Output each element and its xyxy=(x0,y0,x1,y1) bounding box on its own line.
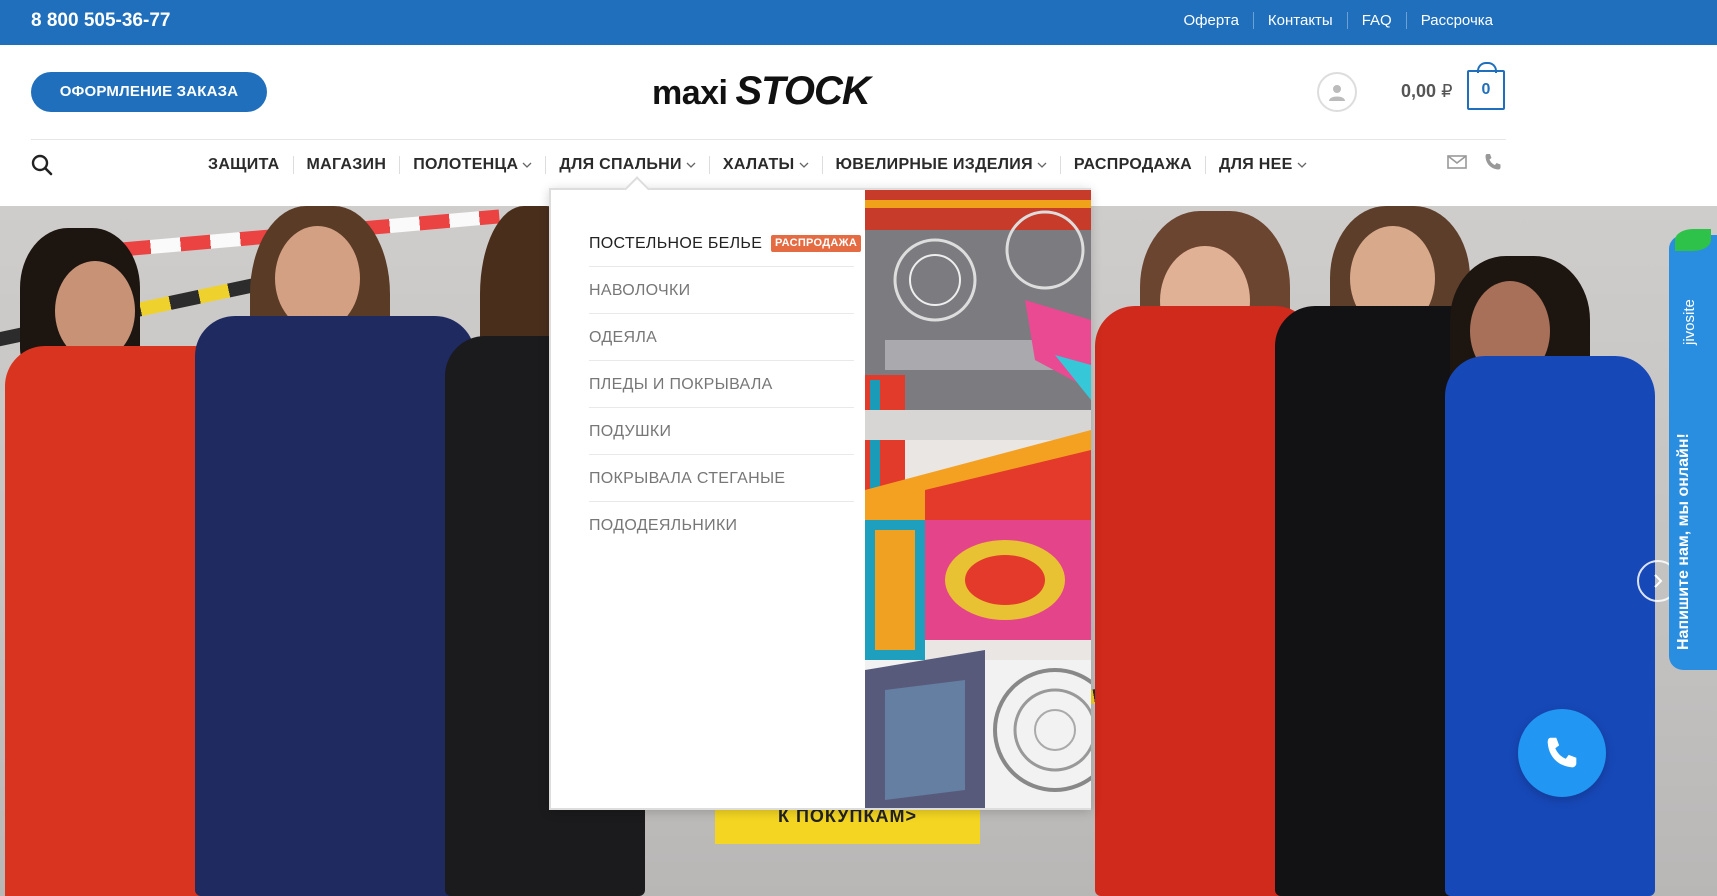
phone-icon[interactable] xyxy=(1482,151,1504,173)
hero-model xyxy=(1445,356,1655,896)
nav-item-bedroom[interactable]: ДЛЯ СПАЛЬНИ xyxy=(545,156,708,174)
logo-text-maxi: maxi xyxy=(652,74,728,112)
nav-item-shop[interactable]: МАГАЗИН xyxy=(292,156,400,174)
chevron-down-icon xyxy=(522,162,532,168)
link-offer[interactable]: Оферта xyxy=(1170,12,1253,29)
dropdown-item-pillowcases[interactable]: НАВОЛОЧКИ xyxy=(589,267,854,314)
nav-item-robes[interactable]: ХАЛАТЫ xyxy=(708,156,822,174)
bed-linen-image xyxy=(865,190,1091,808)
top-bar: 8 800 505-36-77 Оферта Контакты FAQ Расс… xyxy=(0,0,1717,45)
phone-icon xyxy=(1547,737,1577,768)
nav-item-label: ХАЛАТЫ xyxy=(722,156,795,173)
nav-item-label: ЗАЩИТА xyxy=(208,156,280,173)
link-faq[interactable]: FAQ xyxy=(1346,12,1406,29)
chevron-down-icon xyxy=(1037,162,1047,168)
bedroom-dropdown-menu: ПОСТЕЛЬНОЕ БЕЛЬЕ РАСПРОДАЖА НАВОЛОЧКИ ОД… xyxy=(549,176,1091,810)
cart-total[interactable]: 0,00 ₽ xyxy=(1401,81,1453,102)
nav-item-protection[interactable]: ЗАЩИТА xyxy=(195,156,293,174)
nav-item-label: РАСПРОДАЖА xyxy=(1073,156,1193,173)
nav-contact-icons xyxy=(1446,151,1504,173)
dropdown-item-blankets[interactable]: ОДЕЯЛА xyxy=(589,314,854,361)
chat-invite-text: Напишите нам, мы онлайн! xyxy=(1675,433,1692,650)
logo-text-stock: STOCK xyxy=(735,69,871,113)
link-installment[interactable]: Рассрочка xyxy=(1405,12,1507,29)
account-button[interactable] xyxy=(1317,72,1357,112)
top-links: Оферта Контакты FAQ Рассрочка xyxy=(1170,12,1508,29)
mail-icon[interactable] xyxy=(1446,151,1468,173)
site-logo[interactable]: maxi STOCK xyxy=(652,69,871,113)
nav-item-label: ДЛЯ СПАЛЬНИ xyxy=(559,156,682,173)
checkout-button[interactable]: ОФОРМЛЕНИЕ ЗАКАЗА xyxy=(31,72,267,112)
nav-item-for-her[interactable]: ДЛЯ НЕЕ xyxy=(1205,156,1320,174)
callback-button[interactable] xyxy=(1518,709,1606,797)
nav-item-sale[interactable]: РАСПРОДАЖА xyxy=(1059,156,1205,174)
cart-count-badge[interactable]: 0 xyxy=(1467,62,1505,110)
chevron-down-icon xyxy=(1297,162,1307,168)
dropdown-item-label: ПОСТЕЛЬНОЕ БЕЛЬЕ xyxy=(589,235,763,252)
chevron-right-icon xyxy=(1654,574,1663,588)
dropdown-item-quilted-covers[interactable]: ПОКРЫВАЛА СТЕГАНЫЕ xyxy=(589,455,854,502)
hero-model xyxy=(195,316,475,896)
search-icon[interactable] xyxy=(31,154,53,176)
nav-item-towels[interactable]: ПОЛОТЕНЦА xyxy=(399,156,545,174)
chat-brand-label: jivosite xyxy=(1681,299,1698,345)
user-icon xyxy=(1329,85,1345,101)
chevron-down-icon xyxy=(799,162,808,168)
sale-badge: РАСПРОДАЖА xyxy=(770,235,862,252)
live-chat-widget[interactable]: jivosite Напишите нам, мы онлайн! xyxy=(1669,229,1717,670)
dropdown-item-plaids[interactable]: ПЛЕДЫ И ПОКРЫВАЛА xyxy=(589,361,854,408)
link-contacts[interactable]: Контакты xyxy=(1252,12,1347,29)
chat-logo-leaf-icon xyxy=(1675,229,1711,251)
nav-item-label: ДЛЯ НЕЕ xyxy=(1219,156,1293,173)
dropdown-item-bed-linen[interactable]: ПОСТЕЛЬНОЕ БЕЛЬЕ РАСПРОДАЖА xyxy=(589,220,862,267)
nav-item-label: МАГАЗИН xyxy=(306,156,387,173)
header: ОФОРМЛЕНИЕ ЗАКАЗА maxi STOCK 0,00 ₽ 0 xyxy=(0,45,1717,139)
nav-item-jewelry[interactable]: ЮВЕЛИРНЫЕ ИЗДЕЛИЯ xyxy=(821,156,1060,174)
nav-item-label: ЮВЕЛИРНЫЕ ИЗДЕЛИЯ xyxy=(835,156,1033,173)
cart-total-amount: 0,00 xyxy=(1401,81,1437,101)
dropdown-list: ПОСТЕЛЬНОЕ БЕЛЬЕ РАСПРОДАЖА НАВОЛОЧКИ ОД… xyxy=(589,220,862,549)
dropdown-item-pillows[interactable]: ПОДУШКИ xyxy=(589,408,854,455)
currency-symbol: ₽ xyxy=(1441,81,1453,101)
nav-item-label: ПОЛОТЕНЦА xyxy=(413,156,519,173)
phone-number[interactable]: 8 800 505-36-77 xyxy=(31,10,170,32)
dropdown-item-duvet-covers[interactable]: ПОДОДЕЯЛЬНИКИ xyxy=(589,502,854,549)
bed-linen-promo-image[interactable] xyxy=(865,190,1091,808)
main-menu: ЗАЩИТА МАГАЗИН ПОЛОТЕНЦА ДЛЯ СПАЛЬНИ ХАЛ… xyxy=(195,152,1320,178)
chevron-down-icon xyxy=(686,162,696,168)
